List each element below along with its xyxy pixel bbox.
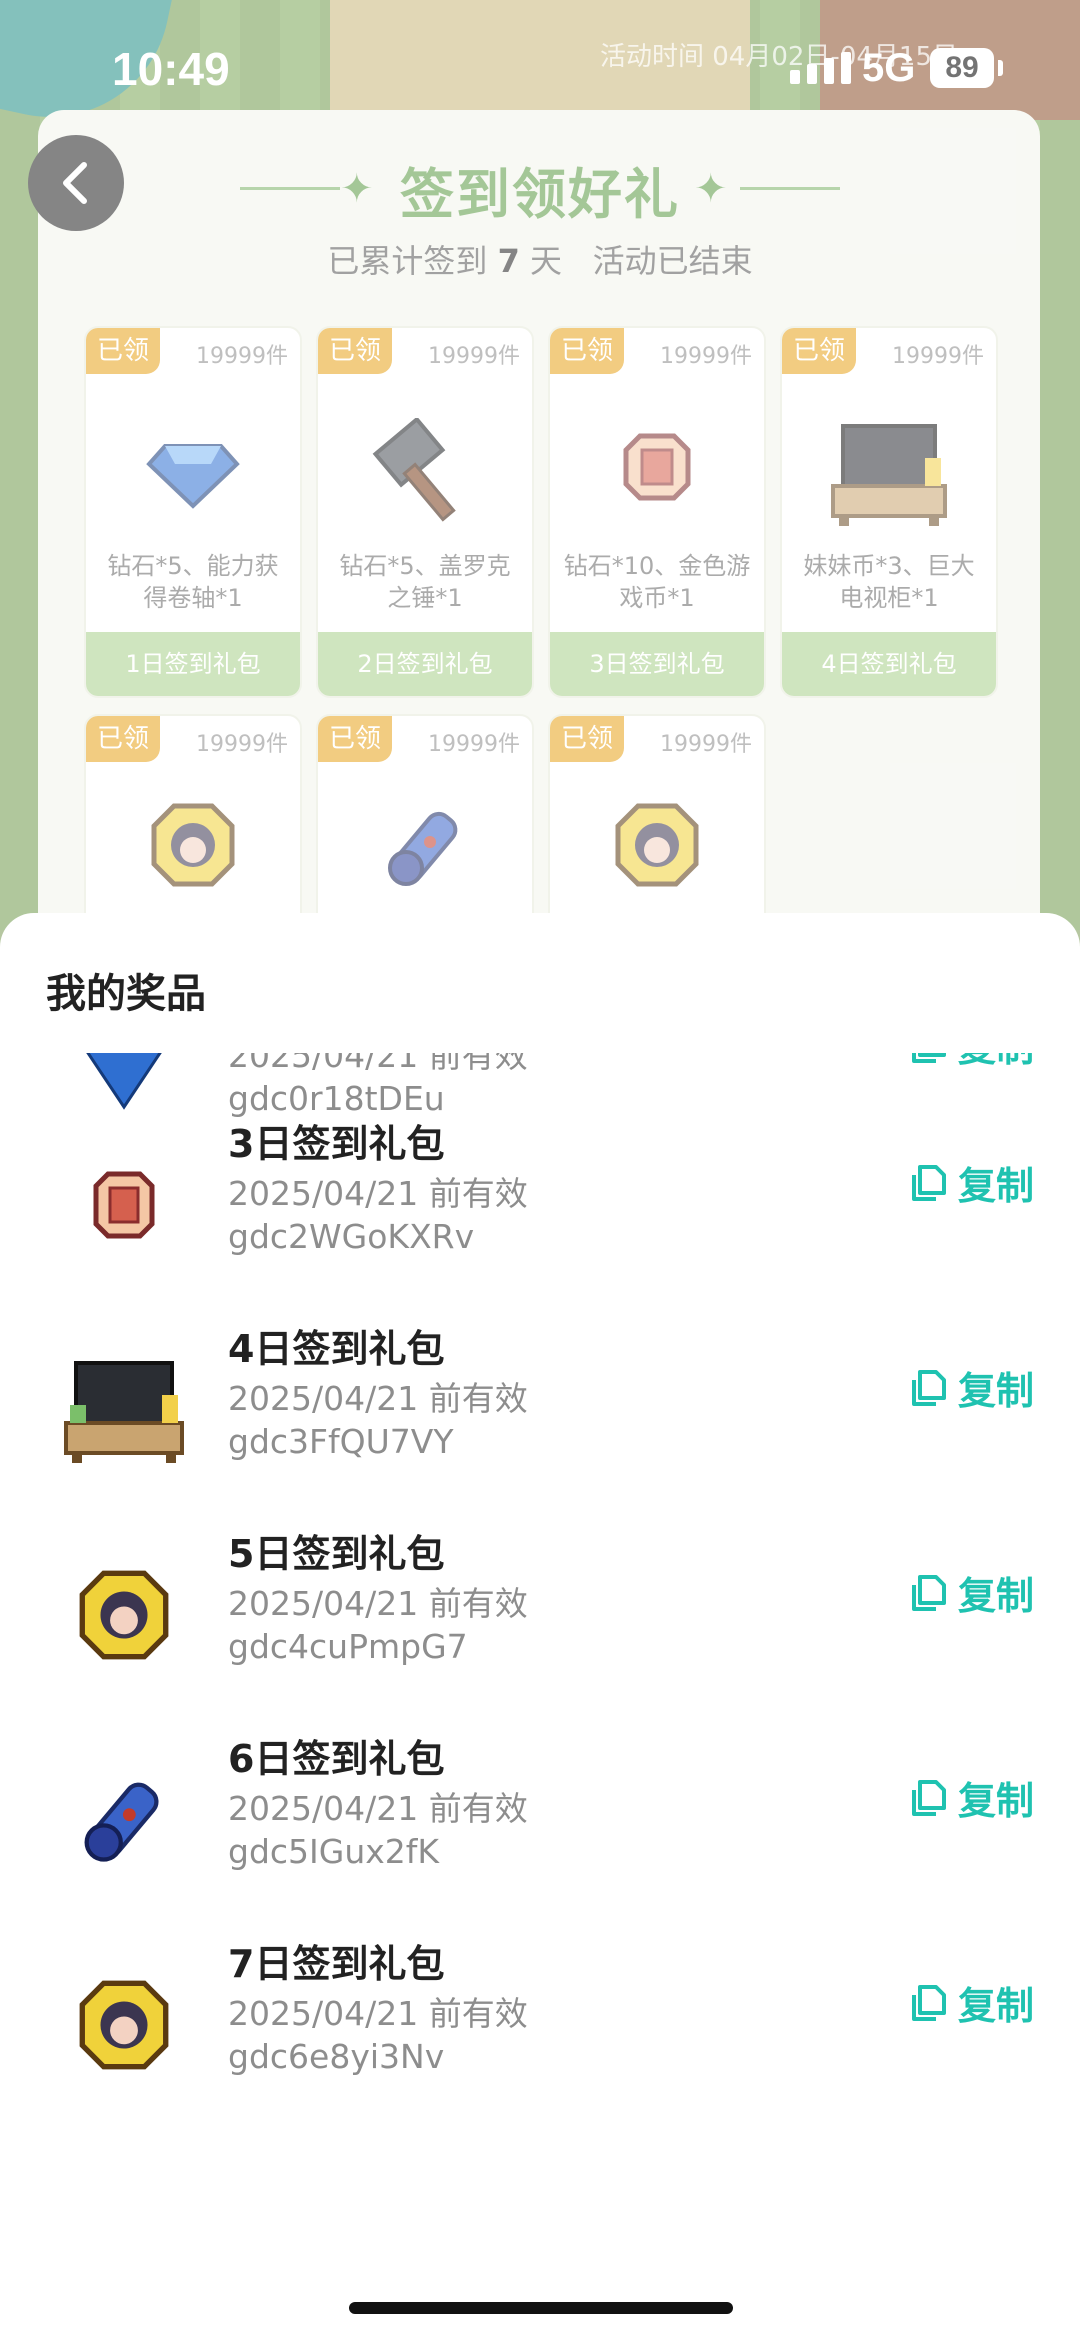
prize-expiry: 2025/04/21 前有效 bbox=[228, 1584, 528, 1623]
prize-code: gdc5IGux2fK bbox=[228, 1832, 440, 1871]
copy-icon bbox=[911, 1984, 946, 2021]
home-indicator[interactable] bbox=[349, 2302, 733, 2314]
copy-label: 复制 bbox=[958, 1053, 1034, 1072]
copy-button[interactable]: 复制 bbox=[908, 1565, 1034, 1620]
prize-code: gdc4cuPmpG7 bbox=[228, 1627, 468, 1666]
copy-icon bbox=[911, 1053, 946, 1063]
copy-button[interactable]: 复制 bbox=[908, 1975, 1034, 2030]
list-item: 4日签到礼包 2025/04/21 前有效 gdc3FfQU7VY 复制 bbox=[0, 1318, 1080, 1523]
prize-name: 7日签到礼包 bbox=[228, 1942, 445, 1986]
copy-label: 复制 bbox=[957, 1164, 1034, 1208]
copy-button[interactable]: 复制 bbox=[908, 1360, 1034, 1415]
prize-expiry: 2025/04/21 前有效 bbox=[228, 1053, 528, 1075]
scroll-icon bbox=[62, 1758, 186, 1882]
prize-expiry: 2025/04/21 前有效 bbox=[228, 1994, 528, 2033]
copy-label: 复制 bbox=[957, 1574, 1034, 1618]
sheet-title: 我的奖品 bbox=[46, 971, 206, 1017]
copy-icon bbox=[911, 1164, 946, 1201]
list-item: 7日签到礼包 2025/04/21 前有效 gdc6e8yi3Nv 复制 bbox=[0, 1933, 1080, 2138]
copy-label: 复制 bbox=[957, 1369, 1034, 1413]
prize-list[interactable]: 2025/04/21 前有效 gdc0r18tDEu 复制 3日签到礼包 202… bbox=[0, 1053, 1080, 2263]
list-item: 6日签到礼包 2025/04/21 前有效 gdc5IGux2fK 复制 bbox=[0, 1728, 1080, 1933]
copy-button[interactable]: 复制 bbox=[908, 1155, 1034, 1210]
prize-expiry: 2025/04/21 前有效 bbox=[228, 1174, 528, 1213]
list-item: 3日签到礼包 2025/04/21 前有效 gdc2WGoKXRv 复制 bbox=[0, 1113, 1080, 1318]
prize-code: gdc2WGoKXRv bbox=[228, 1217, 475, 1256]
list-item: 5日签到礼包 2025/04/21 前有效 gdc4cuPmpG7 复制 bbox=[0, 1523, 1080, 1728]
copy-button[interactable]: 复制 bbox=[908, 1770, 1034, 1825]
copy-icon bbox=[911, 1779, 946, 1816]
portrait-coin-icon bbox=[62, 1963, 186, 2087]
copy-icon bbox=[911, 1574, 946, 1611]
copy-label: 复制 bbox=[957, 1779, 1034, 1823]
prize-name: 3日签到礼包 bbox=[228, 1122, 445, 1166]
prize-name: 6日签到礼包 bbox=[228, 1737, 445, 1781]
my-prizes-sheet: 我的奖品 2025/04/21 前有效 gdc0r18tDEu 复制 3日签到礼… bbox=[0, 913, 1080, 2337]
prize-expiry: 2025/04/21 前有效 bbox=[228, 1789, 528, 1828]
copy-icon bbox=[911, 1369, 946, 1406]
prize-name: 5日签到礼包 bbox=[228, 1532, 445, 1576]
coin-icon bbox=[62, 1143, 186, 1267]
copy-button[interactable]: 复制 bbox=[908, 1053, 1034, 1072]
prize-code: gdc3FfQU7VY bbox=[228, 1422, 454, 1461]
portrait-coin-icon bbox=[62, 1553, 186, 1677]
prize-name: 4日签到礼包 bbox=[228, 1327, 445, 1371]
prize-code: gdc6e8yi3Nv bbox=[228, 2037, 445, 2076]
prize-expiry: 2025/04/21 前有效 bbox=[228, 1379, 528, 1418]
tv-cabinet-icon bbox=[62, 1348, 186, 1472]
copy-label: 复制 bbox=[957, 1984, 1034, 2028]
